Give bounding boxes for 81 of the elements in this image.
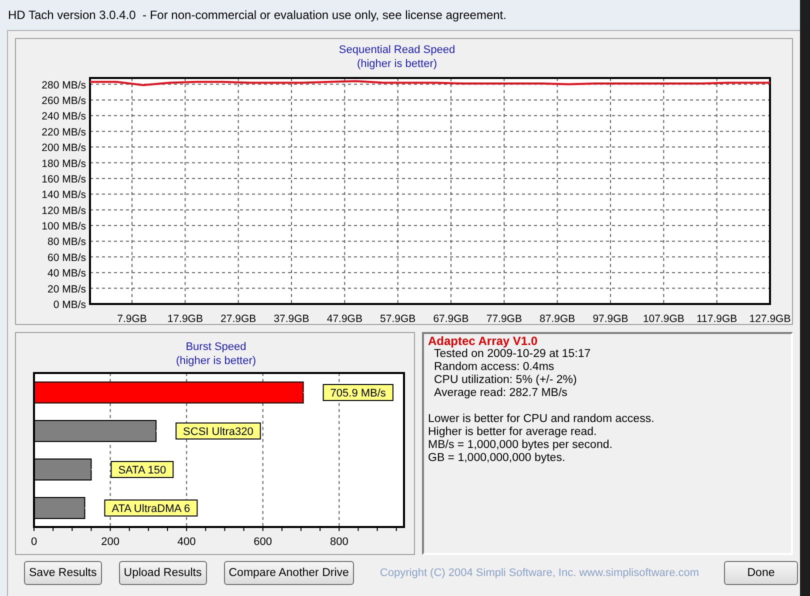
bar-label: ATA UltraDMA 6 (104, 500, 198, 516)
axis-label: 140 MB/s (42, 189, 86, 202)
axis-label: 160 MB/s (42, 173, 86, 186)
axis-label: 17.9GB (167, 313, 203, 324)
chart-title: Burst Speed (186, 341, 246, 353)
note-line: MB/s = 1,000,000 bytes per second. (428, 439, 614, 452)
result-line: Tested on 2009-10-29 at 15:17 (433, 348, 592, 361)
action-button[interactable]: Upload Results (118, 561, 207, 585)
tick-mark (320, 526, 321, 532)
tick-mark (110, 526, 111, 532)
tick-mark (128, 526, 130, 532)
tick-mark (262, 526, 264, 532)
axis-label: 600 (254, 536, 272, 548)
window-title: HD Tach version 3.0.4.0 - For non-commercial or evaluation use only, see license agreement. (8, 8, 506, 22)
axis-label: 200 (101, 536, 120, 548)
axis-label: 37.9GB (274, 313, 310, 324)
bar-label: SATA 150 (110, 461, 174, 478)
tick-mark (205, 526, 206, 532)
result-line: Random access: 0.4ms (433, 361, 556, 374)
axis-label: 0 (30, 536, 38, 548)
chart-subtitle: (higher is better) (176, 355, 256, 367)
axis-label: 27.9GB (220, 313, 256, 324)
axis-label: 400 (177, 536, 196, 548)
bar-label: 705.9 MB/s (322, 384, 394, 401)
axis-label: 100 MB/s (42, 220, 86, 233)
axis-label: 97.9GB (592, 313, 628, 324)
tick-mark (167, 526, 168, 532)
tick-mark (358, 526, 359, 532)
done-button[interactable]: Done (724, 561, 798, 585)
tick-mark (148, 526, 149, 532)
bar-label: SCSI Ultra320 (176, 422, 261, 440)
axis-label: 60 MB/s (47, 252, 86, 264)
speed-bar (34, 458, 92, 480)
axis-label: 127.9GB (749, 313, 791, 324)
axis-label: 77.9GB (486, 313, 522, 324)
tick-mark (186, 526, 188, 532)
tick-mark (376, 526, 378, 532)
result-line: Average read: 282.7 MB/s (433, 387, 568, 400)
axis-label: 220 MB/s (42, 126, 86, 138)
chart-subtitle: (higher is better) (356, 58, 438, 70)
axis-label: 280 MB/s (42, 79, 86, 92)
axis-label: 200 MB/s (42, 142, 86, 154)
note-line: Lower is better for CPU and random access. (428, 413, 656, 426)
note-line: Higher is better for average read. (428, 426, 598, 439)
y-tick-label: 705.9 MB/s (330, 388, 386, 400)
tick-mark (90, 526, 92, 532)
tick-mark (396, 526, 397, 532)
axis-label: 80 MB/s (47, 236, 86, 248)
axis-label: 0 MB/s (53, 299, 86, 311)
axis-label: 240 MB/s (42, 110, 86, 123)
copyright-text: Copyright (C) 2004 Simpli Software, Inc. www.simplisoftware.com (380, 567, 700, 579)
chart-title: Sequential Read Speed (338, 44, 456, 56)
y-tick-label: ATA UltraDMA 6 (112, 503, 190, 515)
axis-label: 67.9GB (433, 313, 469, 324)
axis-label: 117.9GB (696, 313, 738, 324)
tick-mark (72, 526, 73, 532)
axis-label: 87.9GB (540, 313, 576, 324)
tick-mark (300, 526, 302, 532)
y-tick-label: SATA 150 (118, 464, 166, 476)
axis-label: 107.9GB (642, 313, 684, 324)
speed-bar (34, 497, 86, 519)
result-line: CPU utilization: 5% (+/- 2%) (433, 374, 578, 387)
tick-mark (52, 526, 54, 532)
axis-label: 260 MB/s (42, 94, 86, 107)
tick-mark (338, 526, 340, 532)
axis-label: 57.9GB (380, 313, 416, 324)
axis-label: 800 (330, 536, 348, 548)
axis-label: 20 MB/s (47, 283, 86, 296)
action-button[interactable]: Compare Another Drive (224, 561, 354, 585)
axis-label: 7.9GB (117, 313, 147, 324)
axis-label: 40 MB/s (47, 268, 86, 280)
axis-label: 120 MB/s (42, 204, 86, 217)
axis-label: 47.9GB (326, 313, 362, 324)
y-tick-label: SCSI Ultra320 (183, 426, 254, 438)
action-button[interactable]: Save Results (24, 561, 102, 585)
tick-mark (224, 526, 226, 532)
drive-name: Adaptec Array V1.0 (428, 335, 539, 348)
tick-mark (281, 526, 282, 532)
note-line: GB = 1,000,000,000 bytes. (428, 452, 566, 465)
tick-mark (243, 526, 244, 532)
axis-label: 180 MB/s (42, 158, 86, 170)
